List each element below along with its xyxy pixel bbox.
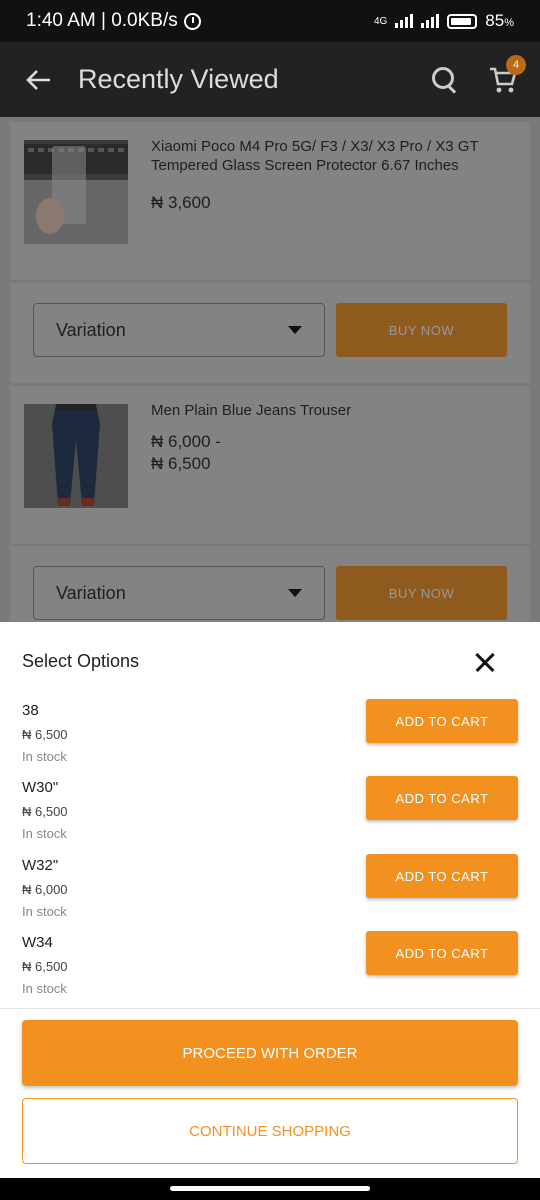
variation-select[interactable]: Variation <box>33 303 325 357</box>
product-price-min: ₦ 6,000 - <box>151 432 221 451</box>
product-name[interactable]: Men Plain Blue Jeans Trouser <box>151 401 511 420</box>
search-icon[interactable] <box>432 66 458 93</box>
navigation-bar <box>0 1178 540 1200</box>
cart-count-badge: 4 <box>506 54 526 75</box>
home-handle[interactable] <box>170 1186 370 1191</box>
option-name: W34 <box>22 934 53 951</box>
page-title: Recently Viewed <box>78 64 279 94</box>
variation-select[interactable]: Variation <box>33 566 325 620</box>
alarm-icon <box>183 12 201 30</box>
caret-down-icon <box>288 589 302 597</box>
option-row: W32" ₦ 6,000 In stock ADD TO CART <box>0 854 540 935</box>
signal-icon-2 <box>421 14 440 28</box>
variation-label: Variation <box>56 582 126 603</box>
status-time-speed: 1:40 AM | 0.0KB/s <box>26 10 178 31</box>
cart-button[interactable]: 4 <box>488 54 526 95</box>
product-image <box>24 140 128 244</box>
option-name: W32" <box>22 857 59 874</box>
buy-now-button[interactable]: BUY NOW <box>336 303 507 357</box>
option-stock: In stock <box>22 981 67 996</box>
signal-icon <box>395 14 414 28</box>
option-price: ₦ 6,500 <box>22 804 68 819</box>
add-to-cart-button[interactable]: ADD TO CART <box>366 776 518 820</box>
product-actions: Variation BUY NOW <box>10 546 530 622</box>
product-image <box>24 404 128 508</box>
product-price: ₦ 3,600 <box>151 193 211 212</box>
battery-icon <box>447 13 478 29</box>
option-stock: In stock <box>22 904 67 919</box>
product-card[interactable]: Men Plain Blue Jeans Trouser ₦ 6,000 - ₦… <box>10 386 530 544</box>
option-row: W30" ₦ 6,500 In stock ADD TO CART <box>0 776 540 857</box>
product-name[interactable]: Xiaomi Poco M4 Pro 5G/ F3 / X3/ X3 Pro /… <box>151 137 511 175</box>
add-to-cart-button[interactable]: ADD TO CART <box>366 854 518 898</box>
option-price: ₦ 6,000 <box>22 882 68 897</box>
product-card[interactable]: Xiaomi Poco M4 Pro 5G/ F3 / X3/ X3 Pro /… <box>10 122 530 280</box>
proceed-with-order-button[interactable]: PROCEED WITH ORDER <box>22 1020 518 1086</box>
option-stock: In stock <box>22 826 67 841</box>
buy-now-button[interactable]: BUY NOW <box>336 566 507 620</box>
back-button[interactable] <box>0 42 78 117</box>
option-price: ₦ 6,500 <box>22 727 68 742</box>
option-stock: In stock <box>22 749 67 764</box>
recently-viewed-list: Xiaomi Poco M4 Pro 5G/ F3 / X3/ X3 Pro /… <box>0 117 540 622</box>
select-options-sheet: Select Options 38 ₦ 6,500 In stock ADD T… <box>0 622 540 1178</box>
option-row: W34 ₦ 6,500 In stock ADD TO CART <box>0 931 540 1012</box>
product-actions: Variation BUY NOW <box>10 283 530 383</box>
close-icon[interactable] <box>470 646 504 680</box>
battery-level: 85 <box>485 11 505 30</box>
option-price: ₦ 6,500 <box>22 959 68 974</box>
status-bar: 1:40 AM | 0.0KB/s 4G 85% <box>0 0 540 42</box>
product-price-max: ₦ 6,500 <box>151 454 211 473</box>
option-name: W30" <box>22 779 59 796</box>
arrow-left-icon <box>26 69 50 90</box>
sheet-title: Select Options <box>22 651 140 671</box>
divider <box>0 1008 540 1009</box>
add-to-cart-button[interactable]: ADD TO CART <box>366 931 518 975</box>
continue-shopping-button[interactable]: CONTINUE SHOPPING <box>22 1098 518 1164</box>
caret-down-icon <box>288 326 302 334</box>
app-bar: Recently Viewed 4 <box>0 42 540 117</box>
add-to-cart-button[interactable]: ADD TO CART <box>366 699 518 743</box>
variation-label: Variation <box>56 319 126 340</box>
option-row: 38 ₦ 6,500 In stock ADD TO CART <box>0 699 540 780</box>
network-type: 4G <box>373 15 388 27</box>
option-name: 38 <box>22 702 39 719</box>
